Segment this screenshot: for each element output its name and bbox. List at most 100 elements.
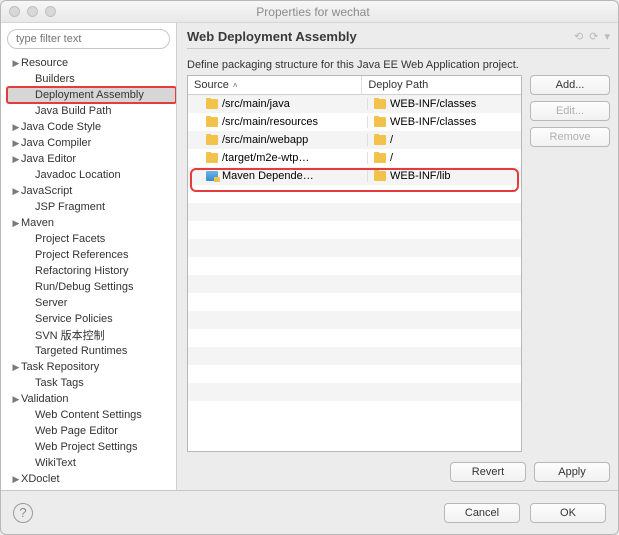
tree-item[interactable]: ▶XDoclet (7, 471, 176, 487)
col-source-label: Source (194, 79, 229, 91)
tree-item[interactable]: Server (7, 295, 176, 311)
tree-item[interactable]: ▶Task Repository (7, 359, 176, 375)
tree-item-label: Server (35, 297, 67, 309)
tree-item[interactable]: ▶Java Code Style (7, 119, 176, 135)
apply-button[interactable]: Apply (534, 462, 610, 482)
col-deploy-label: Deploy Path (368, 79, 428, 91)
twisty-icon[interactable]: ▶ (11, 474, 21, 485)
tree-item[interactable]: Task Tags (7, 375, 176, 391)
deploy-path: / (390, 134, 393, 146)
tree-item-label: Java Build Path (35, 105, 111, 117)
tree-item-label: Web Content Settings (35, 409, 142, 421)
folder-icon (206, 117, 218, 127)
tree-item[interactable]: JSP Fragment (7, 199, 176, 215)
tree-item-label: Java Editor (21, 153, 76, 165)
table-row (188, 293, 521, 311)
folder-icon (374, 171, 386, 181)
main-panel: Web Deployment Assembly ⟲ ⟳ ▾ Define pac… (177, 23, 618, 490)
ok-button[interactable]: OK (530, 503, 606, 523)
table-body: /src/main/javaWEB-INF/classes/src/main/r… (188, 95, 521, 451)
tree-item-label: Java Code Style (21, 121, 101, 133)
col-deploy[interactable]: Deploy Path (362, 76, 521, 94)
assembly-table[interactable]: Source ˄ Deploy Path /src/main/javaWEB-I… (187, 75, 522, 452)
revert-button[interactable]: Revert (450, 462, 526, 482)
tree-item[interactable]: Service Policies (7, 311, 176, 327)
remove-button[interactable]: Remove (530, 127, 610, 147)
tree-item[interactable]: WikiText (7, 455, 176, 471)
source-path: /target/m2e-wtp… (222, 152, 309, 164)
tree-item[interactable]: Project References (7, 247, 176, 263)
table-row[interactable]: Maven Depende…WEB-INF/lib (188, 167, 521, 185)
window-title: Properties for wechat (16, 5, 610, 19)
tree-item[interactable]: ▶Maven (7, 215, 176, 231)
cancel-button[interactable]: Cancel (444, 503, 520, 523)
table-row[interactable]: /target/m2e-wtp…/ (188, 149, 521, 167)
deploy-path: WEB-INF/lib (390, 170, 451, 182)
twisty-icon[interactable]: ▶ (11, 138, 21, 149)
table-row (188, 365, 521, 383)
folder-icon (374, 99, 386, 109)
description: Define packaging structure for this Java… (187, 59, 610, 71)
forward-icon[interactable]: ⟳ (589, 30, 598, 43)
tree-item-label: Task Repository (21, 361, 99, 373)
table-row[interactable]: /src/main/javaWEB-INF/classes (188, 95, 521, 113)
category-tree[interactable]: ▶ResourceBuildersDeployment Assembly Java… (1, 55, 176, 490)
table-row (188, 311, 521, 329)
twisty-icon[interactable]: ▶ (11, 154, 21, 165)
tree-item[interactable]: Project Facets (7, 231, 176, 247)
main-header: Web Deployment Assembly ⟲ ⟳ ▾ (187, 29, 610, 49)
dialog-footer: ? Cancel OK (1, 490, 618, 534)
back-icon[interactable]: ⟲ (574, 30, 583, 43)
tree-item[interactable]: Deployment Assembly (7, 87, 176, 103)
table-row (188, 275, 521, 293)
tree-item-label: SVN 版本控制 (35, 327, 105, 343)
table-row[interactable]: /src/main/webapp/ (188, 131, 521, 149)
table-row (188, 347, 521, 365)
tree-item[interactable]: SVN 版本控制 (7, 327, 176, 343)
twisty-icon[interactable]: ▶ (11, 218, 21, 229)
tree-item[interactable]: Web Project Settings (7, 439, 176, 455)
table-buttons: Add... Edit... Remove (530, 75, 610, 452)
tree-item-label: Web Page Editor (35, 425, 118, 437)
tree-item[interactable]: ▶JavaScript (7, 183, 176, 199)
col-source[interactable]: Source ˄ (188, 76, 362, 94)
tree-item[interactable]: Javadoc Location (7, 167, 176, 183)
tree-item[interactable]: Targeted Runtimes (7, 343, 176, 359)
twisty-icon[interactable]: ▶ (11, 58, 21, 69)
tree-item[interactable]: ▶Java Editor (7, 151, 176, 167)
source-path: /src/main/resources (222, 116, 318, 128)
tree-item-label: Project Facets (35, 233, 105, 245)
tree-item[interactable]: Web Content Settings (7, 407, 176, 423)
tree-item-label: Maven (21, 217, 54, 229)
table-row (188, 329, 521, 347)
menu-icon[interactable]: ▾ (604, 30, 610, 43)
filter-wrap (7, 29, 170, 49)
page-title: Web Deployment Assembly (187, 29, 574, 44)
twisty-icon[interactable]: ▶ (11, 122, 21, 133)
tree-item-label: Project References (35, 249, 129, 261)
tree-item-label: Java Compiler (21, 137, 91, 149)
tree-item[interactable]: Run/Debug Settings (7, 279, 176, 295)
twisty-icon[interactable]: ▶ (11, 394, 21, 405)
tree-item-label: Validation (21, 393, 69, 405)
tree-item[interactable]: ▶Java Compiler (7, 135, 176, 151)
source-path: /src/main/java (222, 98, 290, 110)
folder-icon (374, 153, 386, 163)
sidebar: ▶ResourceBuildersDeployment Assembly Java… (1, 23, 177, 490)
tree-item[interactable]: Refactoring History (7, 263, 176, 279)
edit-button[interactable]: Edit... (530, 101, 610, 121)
twisty-icon[interactable]: ▶ (11, 362, 21, 373)
tree-item[interactable]: ▶Resource (7, 55, 176, 71)
help-icon[interactable]: ? (13, 503, 33, 523)
tree-item[interactable]: Java Build Path (7, 103, 176, 119)
tree-item-label: XDoclet (21, 473, 60, 485)
twisty-icon[interactable]: ▶ (11, 186, 21, 197)
tree-item[interactable]: ▶Validation (7, 391, 176, 407)
add-button[interactable]: Add... (530, 75, 610, 95)
filter-input[interactable] (7, 29, 170, 49)
table-row[interactable]: /src/main/resourcesWEB-INF/classes (188, 113, 521, 131)
tree-item-label: JavaScript (21, 185, 72, 197)
tree-item[interactable]: Web Page Editor (7, 423, 176, 439)
tree-item[interactable]: Builders (7, 71, 176, 87)
tree-item-label: Web Project Settings (35, 441, 138, 453)
